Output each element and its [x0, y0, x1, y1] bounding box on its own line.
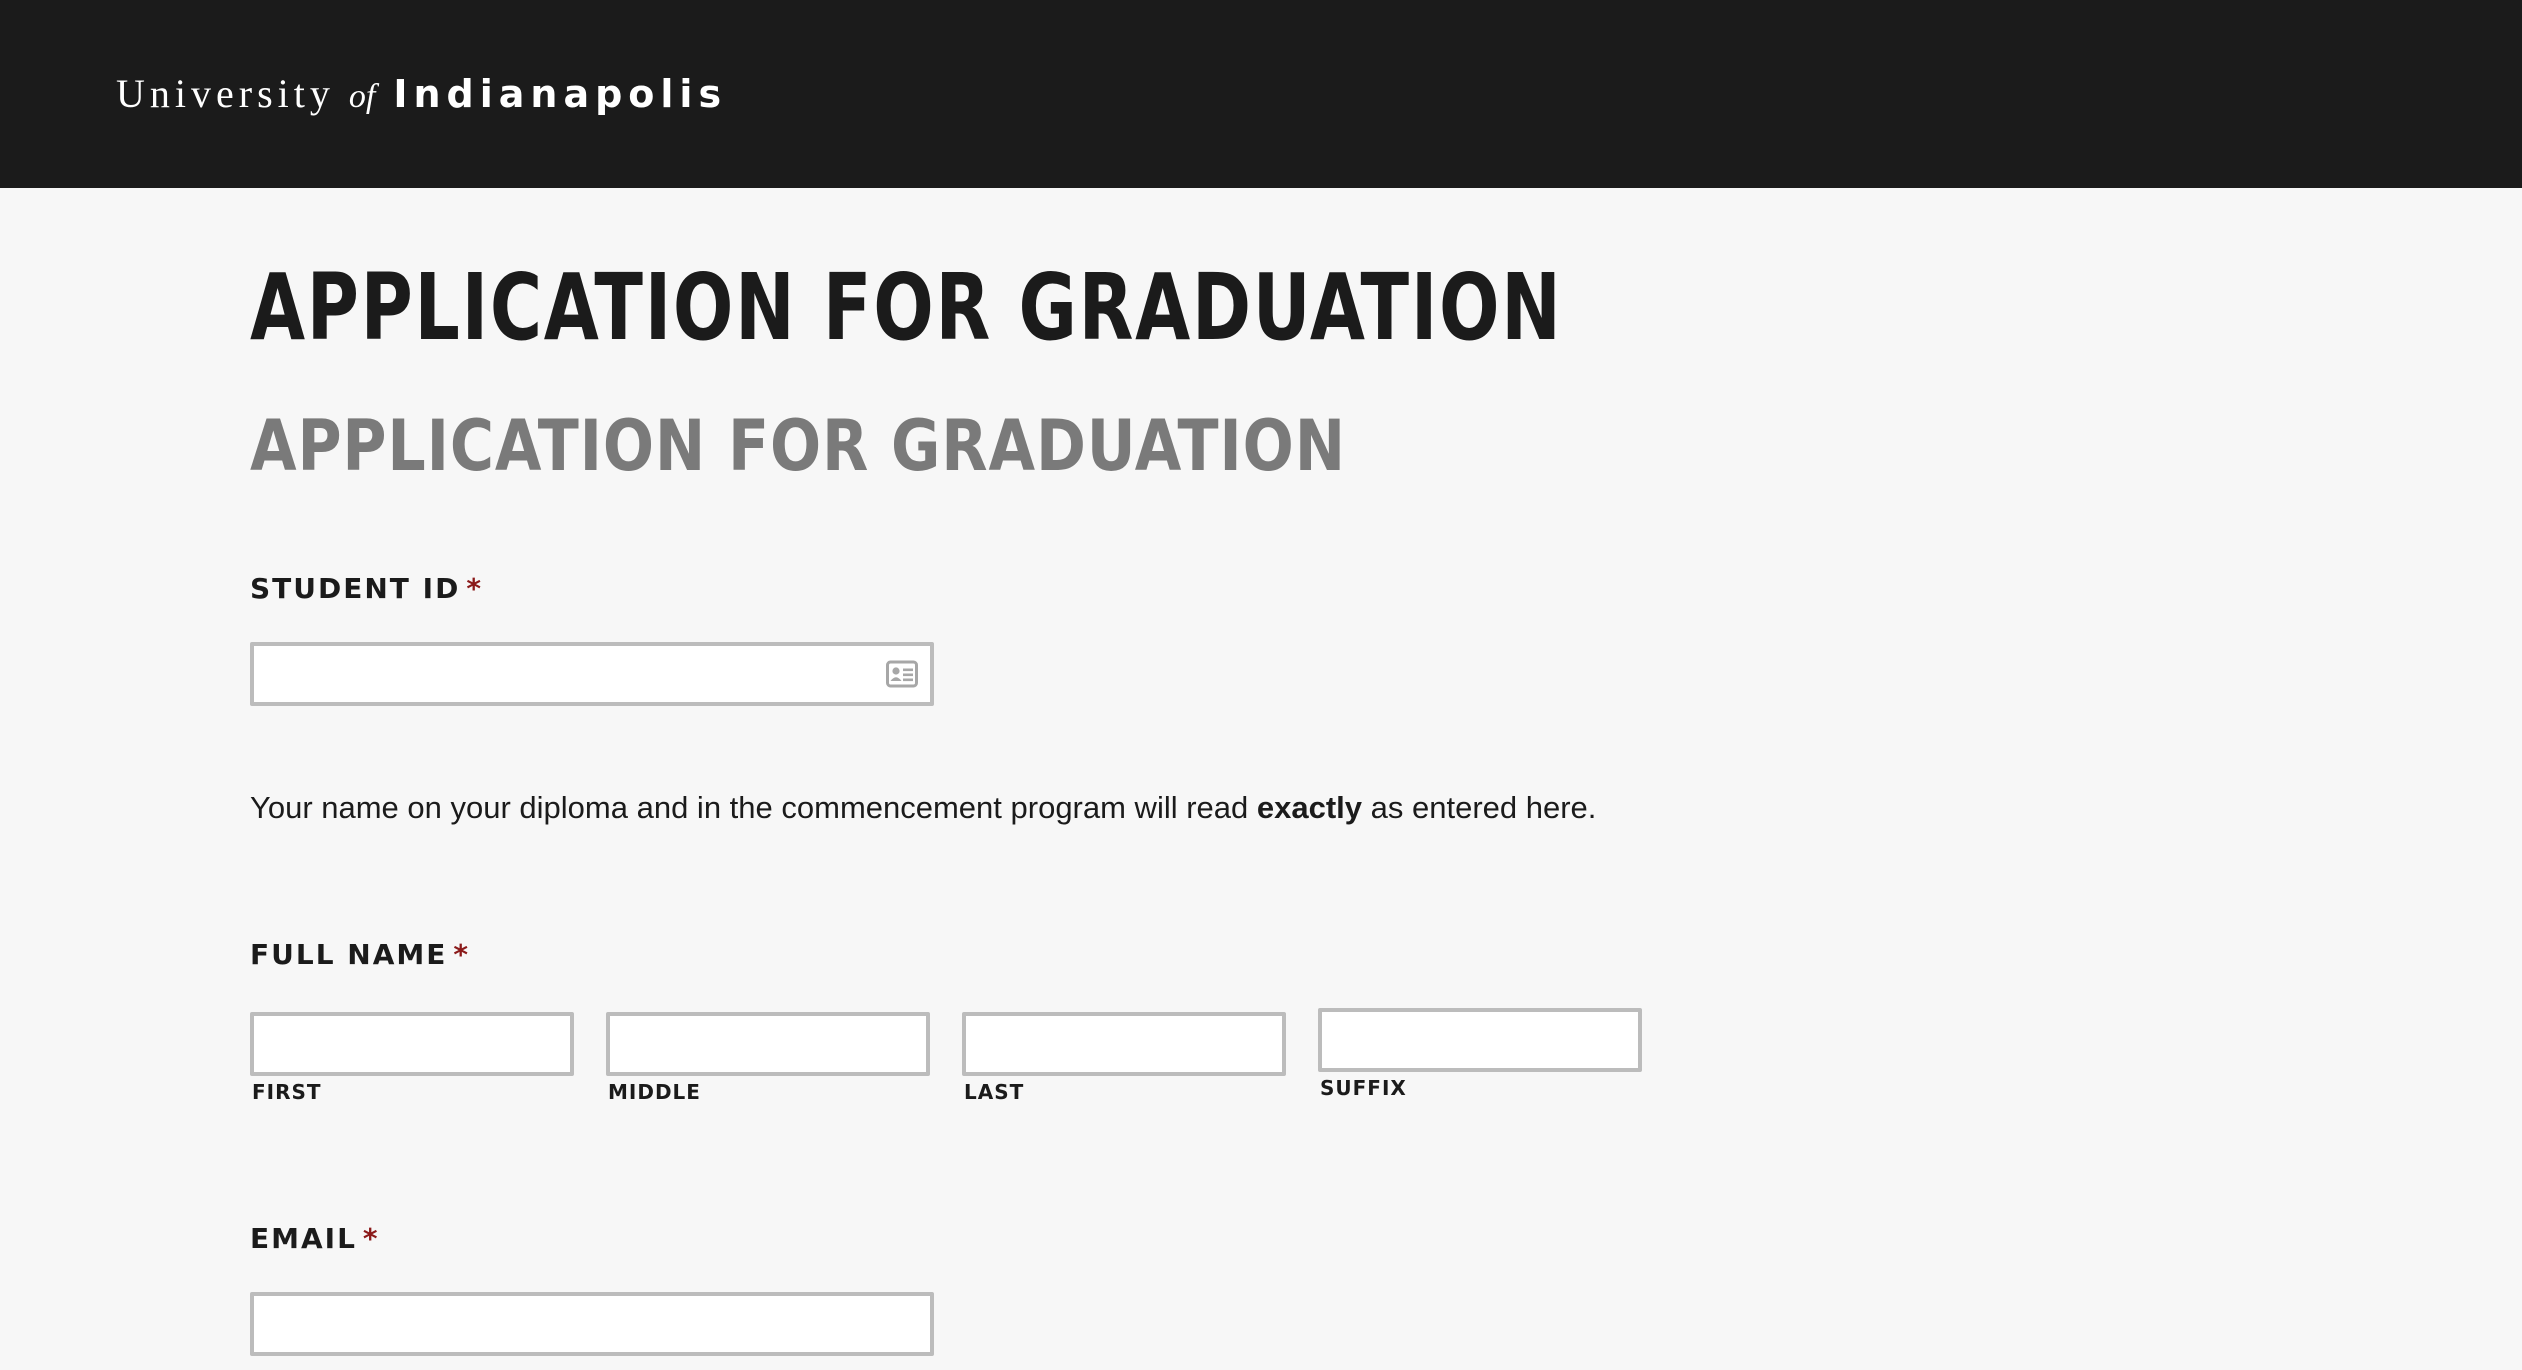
suffix-sublabel: SUFFIX — [1320, 1076, 1407, 1100]
logo-university-text: University — [116, 71, 335, 116]
email-label-text: EMAIL — [250, 1222, 357, 1255]
first-name-input[interactable] — [250, 1012, 574, 1076]
form-subtitle: APPLICATION FOR GRADUATION — [250, 405, 1346, 487]
required-marker: * — [362, 1222, 380, 1255]
logo-indianapolis-text: Indianapolis — [393, 72, 728, 116]
full-name-label: FULL NAME * — [250, 938, 470, 971]
last-name-sublabel: LAST — [964, 1080, 1025, 1104]
middle-name-sublabel: MIDDLE — [608, 1080, 701, 1104]
contact-card-icon — [886, 660, 918, 688]
help-text-after: as entered here. — [1362, 790, 1597, 825]
logo-of-text: of — [348, 78, 376, 115]
help-text-emphasis: exactly — [1256, 790, 1363, 825]
name-help-text: Your name on your diploma and in the com… — [250, 790, 1596, 826]
site-header: University of Indianapolis — [0, 0, 2522, 188]
email-input[interactable] — [250, 1292, 934, 1356]
help-text-before: Your name on your diploma and in the com… — [250, 790, 1257, 825]
university-logo[interactable]: University of Indianapolis — [116, 70, 728, 116]
last-name-input[interactable] — [962, 1012, 1286, 1076]
first-name-sublabel: FIRST — [252, 1080, 322, 1104]
suffix-input[interactable] — [1318, 1008, 1642, 1072]
full-name-label-text: FULL NAME — [250, 938, 448, 971]
required-marker: * — [453, 938, 471, 971]
email-label: EMAIL * — [250, 1222, 380, 1255]
student-id-label-text: STUDENT ID — [250, 572, 461, 605]
page-title: APPLICATION FOR GRADUATION — [250, 254, 1563, 361]
required-marker: * — [466, 572, 483, 605]
middle-name-input[interactable] — [606, 1012, 930, 1076]
student-id-input[interactable] — [250, 642, 934, 706]
student-id-label: STUDENT ID * — [250, 572, 483, 605]
